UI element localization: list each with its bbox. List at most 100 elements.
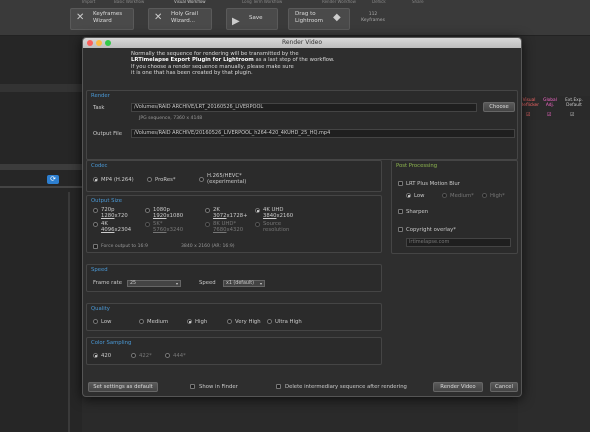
size-width: 5760 bbox=[153, 227, 167, 233]
size-height: x1080 bbox=[166, 213, 184, 219]
sync-icon[interactable]: ⟳ bbox=[47, 175, 59, 184]
copyright-text-field[interactable]: lrtimelapse.com bbox=[406, 238, 511, 247]
zoom-icon[interactable] bbox=[105, 40, 111, 46]
size-option-label: 4K 4096x2304 bbox=[101, 221, 131, 233]
codec-radio-h265[interactable] bbox=[199, 177, 204, 182]
render-video-dialog: Render Video Normally the sequence for r… bbox=[82, 37, 522, 397]
size-option-label: 5K* 5760x3240 bbox=[153, 221, 183, 233]
color-sampling-radio-1[interactable] bbox=[131, 353, 136, 358]
quality-radio-1[interactable] bbox=[139, 319, 144, 324]
blur-radio-high[interactable] bbox=[482, 193, 487, 198]
force-169-checkbox[interactable] bbox=[93, 244, 98, 249]
size-width: 3840 bbox=[263, 213, 277, 219]
quality-radio-4[interactable] bbox=[267, 319, 272, 324]
quality-label-3: Very High bbox=[235, 319, 261, 325]
render-video-button[interactable]: Render Video bbox=[433, 382, 483, 392]
color-sampling-radio-0[interactable] bbox=[93, 353, 98, 358]
render-section: Render Task /Volumes/RAID ARCHIVE/LRT_20… bbox=[86, 90, 518, 160]
column-ext-exp-default: Ext.Exp. Default bbox=[565, 98, 583, 108]
minimize-icon[interactable] bbox=[96, 40, 102, 46]
size-radio-1[interactable] bbox=[145, 208, 150, 213]
edit-icon[interactable]: ☑ bbox=[547, 112, 551, 118]
color-sampling-label-2: 444* bbox=[173, 353, 186, 359]
output-file-label: Output File bbox=[93, 131, 122, 137]
show-finder-label: Show in Finder bbox=[199, 384, 238, 390]
task-path-field[interactable]: /Volumes/RAID ARCHIVE/LRT_20160526_LIVER… bbox=[131, 103, 477, 112]
size-option-label: 2K 3072x1728+ bbox=[213, 207, 248, 219]
size-radio-2[interactable] bbox=[205, 208, 210, 213]
chevron-down-icon: ▾ bbox=[175, 281, 178, 286]
close-icon[interactable] bbox=[87, 40, 93, 46]
size-radio-7[interactable] bbox=[255, 222, 260, 227]
edit-icon[interactable]: ☑ bbox=[526, 112, 530, 118]
color-sampling-radio-2[interactable] bbox=[165, 353, 170, 358]
size-width: 1920 bbox=[153, 213, 167, 219]
chevron-down-icon: ▾ bbox=[259, 281, 262, 286]
size-width: 4096 bbox=[101, 227, 115, 233]
size-option-label: Source resolution bbox=[263, 221, 289, 233]
show-finder-checkbox[interactable] bbox=[190, 384, 195, 389]
panel-divider bbox=[68, 192, 70, 432]
tab-visual-workflow[interactable]: Visual Workflow bbox=[170, 0, 210, 4]
info-text: Normally the sequence for rendering will… bbox=[131, 51, 335, 77]
size-height: x1728+ bbox=[226, 213, 248, 219]
codec-label-h265: H.265/HEVC* (experimental) bbox=[207, 173, 247, 185]
frame-rate-select[interactable]: 25 ▾ bbox=[127, 280, 181, 287]
speed-select[interactable]: x1 (default) ▾ bbox=[223, 280, 265, 287]
size-option-label: 4K UHD 3840x2160 bbox=[263, 207, 293, 219]
holy-grail-wizard-button[interactable]: ✕ Holy Grail Wizard... bbox=[148, 8, 212, 30]
force-169-label: Force output to 16:9 bbox=[101, 244, 148, 249]
tab-basic-workflow[interactable]: Basic Workflow bbox=[110, 0, 148, 4]
panel-band bbox=[0, 164, 82, 170]
choose-button[interactable]: Choose bbox=[483, 102, 515, 112]
delete-intermediary-checkbox[interactable] bbox=[276, 384, 281, 389]
motion-blur-label: LRT Plus Motion Blur bbox=[406, 181, 460, 187]
keyframes-wizard-button[interactable]: ✕ Keyframes Wizard bbox=[70, 8, 134, 30]
codec-radio-prores[interactable] bbox=[147, 177, 152, 182]
color-sampling-label-0: 420 bbox=[101, 353, 112, 359]
quality-radio-0[interactable] bbox=[93, 319, 98, 324]
blur-radio-medium[interactable] bbox=[442, 193, 447, 198]
motion-blur-checkbox[interactable] bbox=[398, 181, 403, 186]
output-size-section: Output Size 720p 1280x720 1080p 1920x1080 2K… bbox=[86, 195, 382, 253]
info-line-rest: as a last step of the workflow. bbox=[253, 57, 335, 64]
copyright-checkbox[interactable] bbox=[398, 227, 403, 232]
dialog-titlebar: Render Video bbox=[83, 38, 521, 48]
sharpen-checkbox[interactable] bbox=[398, 209, 403, 214]
wand-icon: ✕ bbox=[76, 12, 85, 23]
background-left-panel bbox=[0, 36, 82, 432]
size-resolution: 4096x2304 bbox=[101, 227, 131, 233]
size-height: x4320 bbox=[226, 227, 244, 233]
set-default-button[interactable]: Set settings as default bbox=[88, 382, 158, 392]
quality-label-1: Medium bbox=[147, 319, 169, 325]
output-file-field[interactable]: /Volumes/RAID ARCHIVE/20160526_LIVERPOOL… bbox=[131, 129, 515, 138]
size-resolution: 3072x1728+ bbox=[213, 213, 248, 219]
cancel-button[interactable]: Cancel bbox=[490, 382, 518, 392]
drag-to-lightroom-button[interactable]: Drag to Lightroom ◆ bbox=[288, 8, 350, 30]
blur-label-medium: Medium* bbox=[450, 193, 474, 199]
size-radio-6[interactable] bbox=[205, 222, 210, 227]
quality-radio-3[interactable] bbox=[227, 319, 232, 324]
edit-icon[interactable]: ☑ bbox=[570, 112, 574, 118]
tab-long-term-workflow[interactable]: Long Term Workflow bbox=[238, 0, 286, 4]
quality-section-title: Quality bbox=[91, 306, 110, 312]
save-button[interactable]: ▶ Save bbox=[226, 8, 278, 30]
size-height: x2160 bbox=[276, 213, 294, 219]
size-radio-0[interactable] bbox=[93, 208, 98, 213]
tab-deflick[interactable]: Deflick bbox=[368, 0, 390, 4]
tab-render-workflow[interactable]: Render Workflow bbox=[318, 0, 360, 4]
info-line: it is one that has been created by that … bbox=[131, 70, 253, 77]
size-radio-3[interactable] bbox=[255, 208, 260, 213]
size-radio-4[interactable] bbox=[93, 222, 98, 227]
size-width: 7680 bbox=[213, 227, 227, 233]
quality-label-0: Low bbox=[101, 319, 112, 325]
quality-label-4: Ultra High bbox=[275, 319, 302, 325]
tab-import[interactable]: Import bbox=[78, 0, 99, 4]
blur-radio-low[interactable] bbox=[406, 193, 411, 198]
copyright-label: Copyright overlay* bbox=[406, 227, 456, 233]
tab-share[interactable]: Share bbox=[408, 0, 428, 4]
quality-section: Quality Low Medium High Very High Ultra High bbox=[86, 303, 382, 331]
size-radio-5[interactable] bbox=[145, 222, 150, 227]
codec-radio-mp4[interactable] bbox=[93, 177, 98, 182]
quality-radio-2[interactable] bbox=[187, 319, 192, 324]
